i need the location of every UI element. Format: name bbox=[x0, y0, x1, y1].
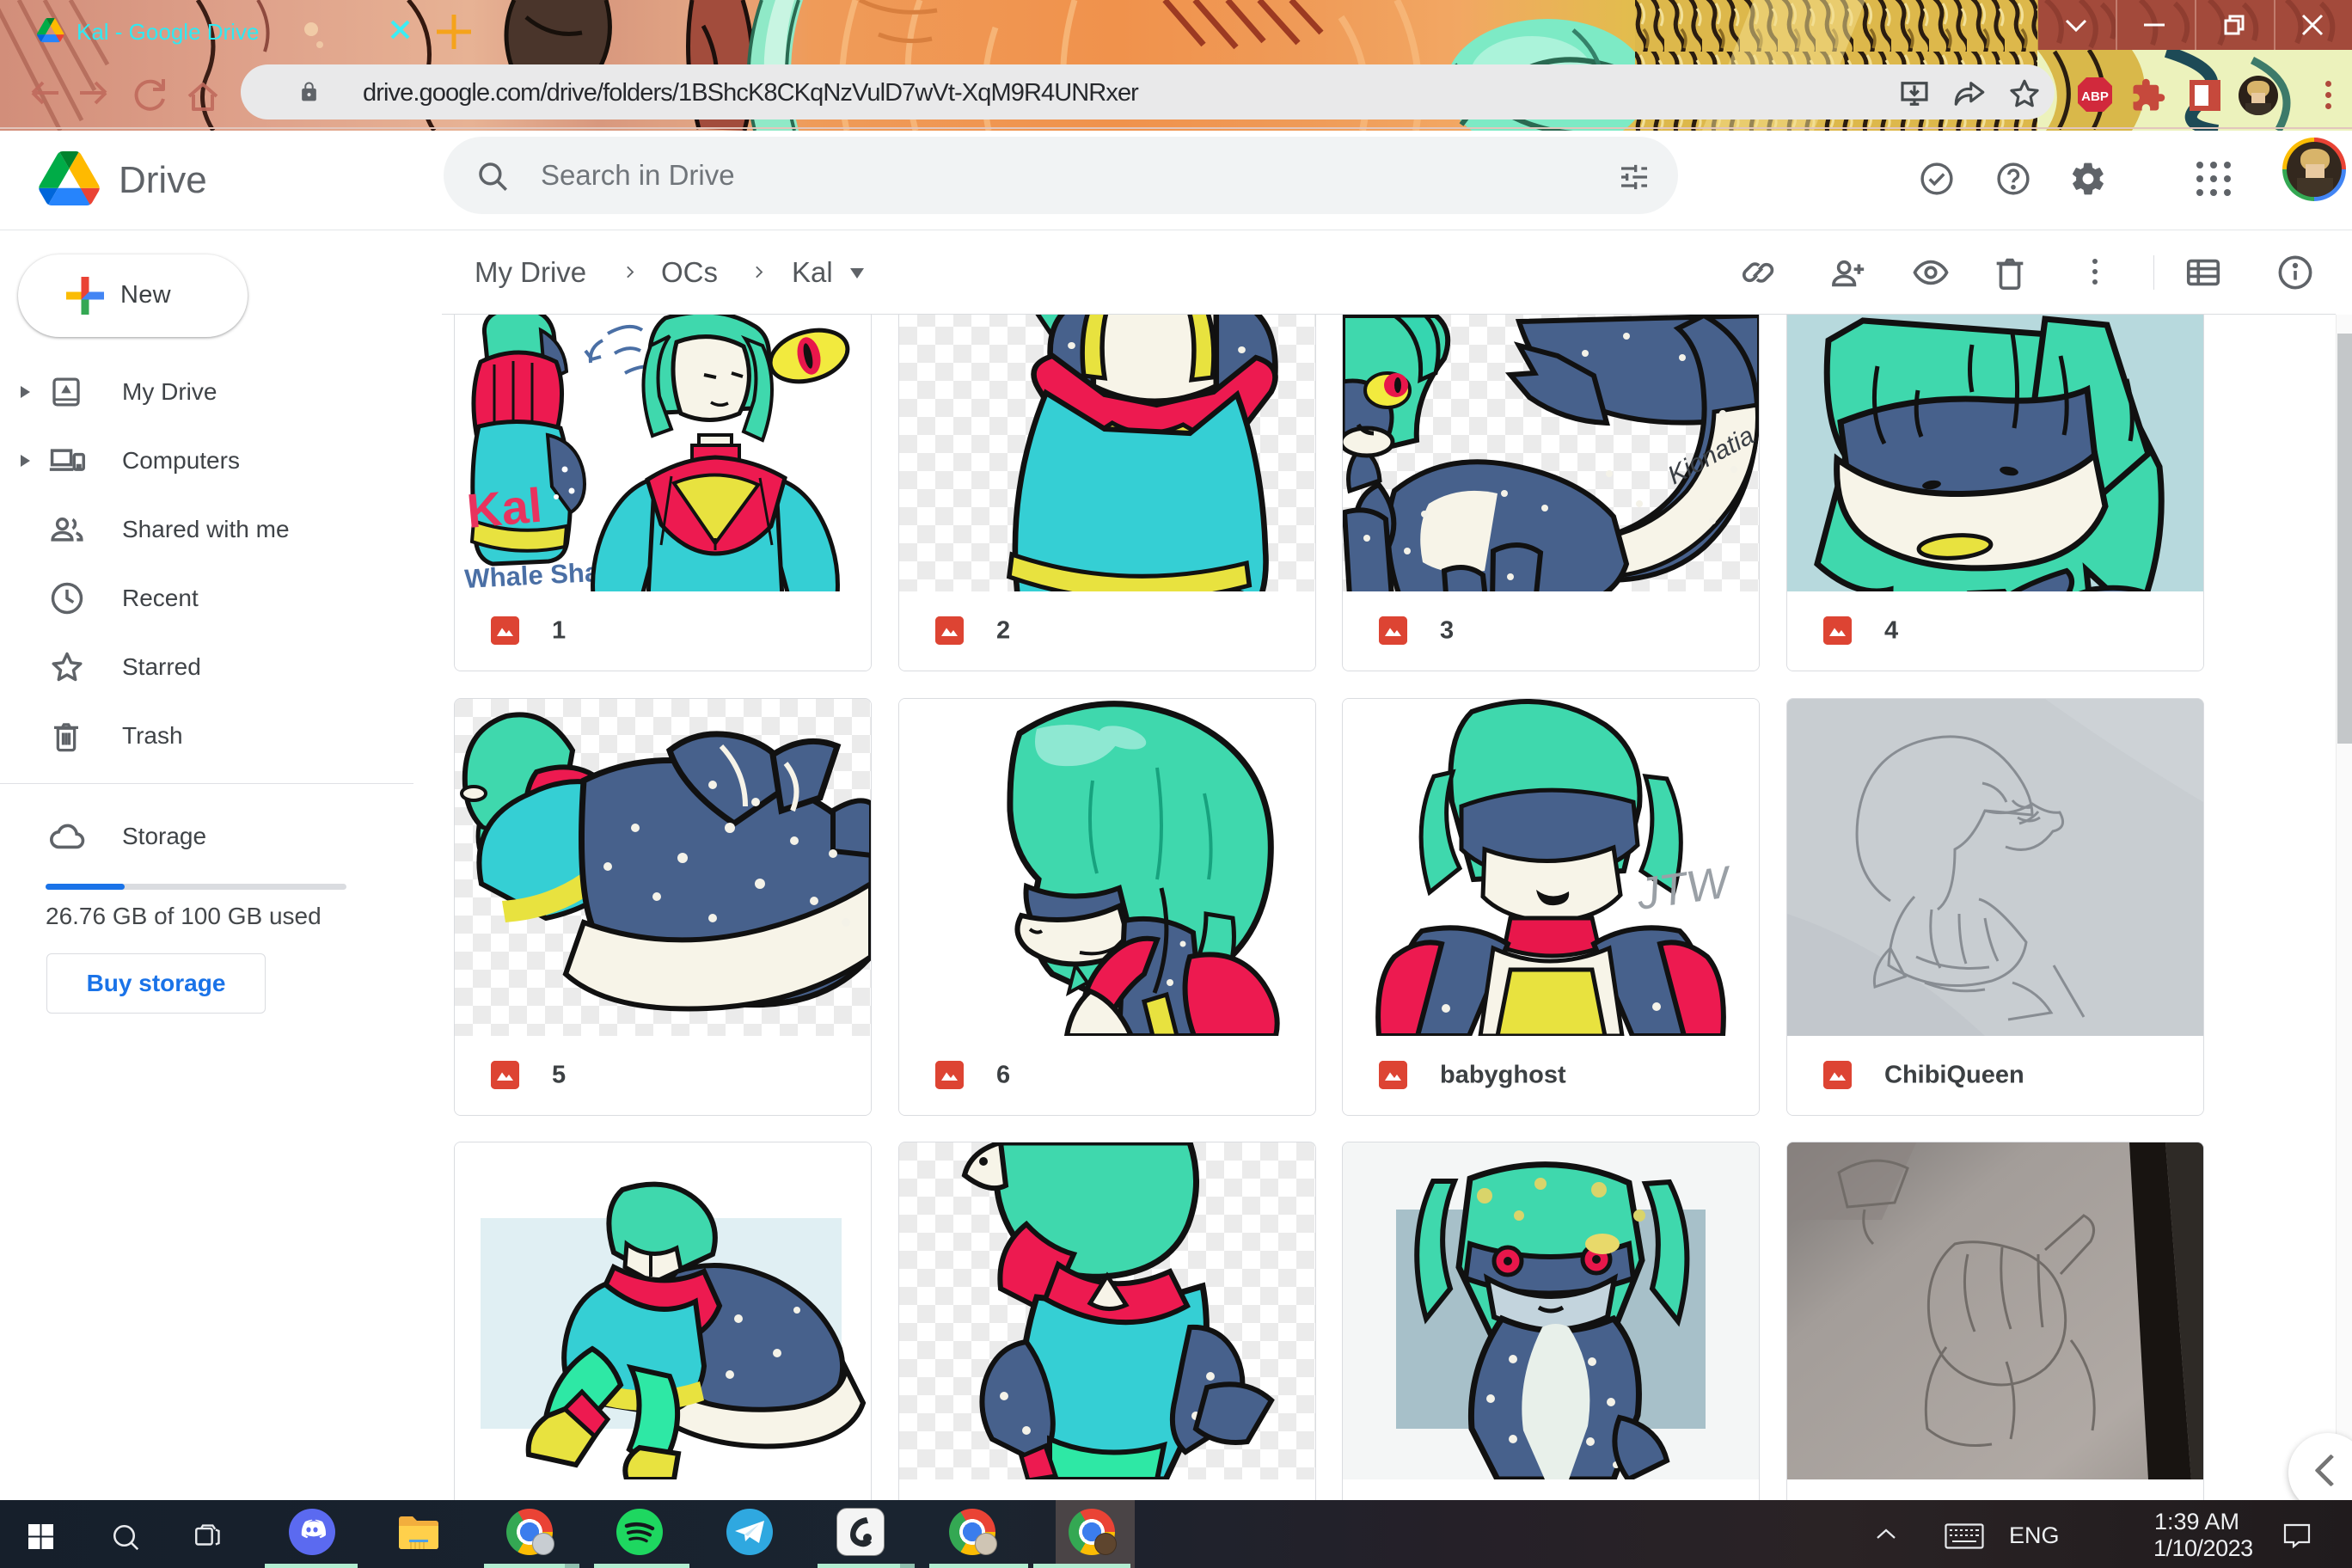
svg-text:ABP: ABP bbox=[2081, 89, 2109, 104]
svg-text:Kal: Kal bbox=[465, 478, 544, 538]
